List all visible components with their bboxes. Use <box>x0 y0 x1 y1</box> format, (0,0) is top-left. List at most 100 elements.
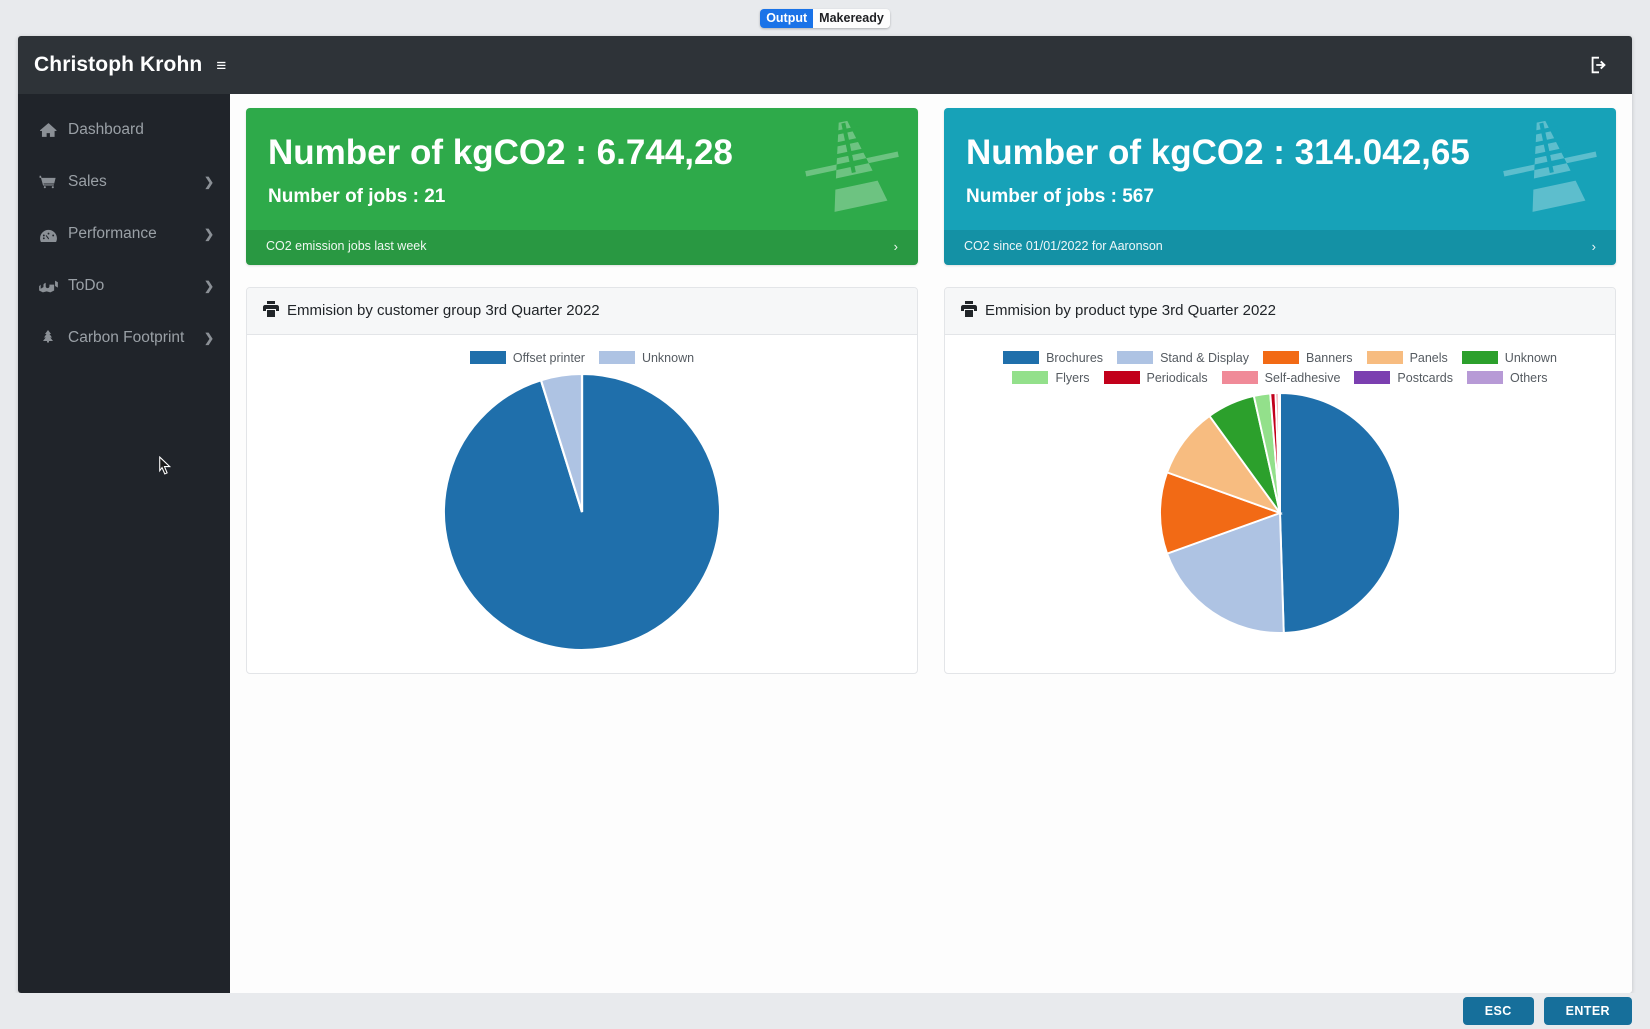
legend-label: Offset printer <box>512 350 585 365</box>
sidebar: Dashboard Sales ❯ Performance ❯ ToDo ❯ C… <box>18 94 230 993</box>
chevron-right-icon-performance: ❯ <box>203 227 214 241</box>
browser-tab-strip: Output Makeready <box>0 0 1650 36</box>
stat-card-subtitle: Number of jobs : 567 <box>966 185 1154 207</box>
legend-swatch <box>1461 351 1498 365</box>
legend-label: Stand & Display <box>1160 350 1249 365</box>
printer-icon <box>263 300 279 321</box>
legend-item[interactable]: Panels <box>1366 351 1448 365</box>
stat-card-last-week[interactable]: Number of kgCO2 : 6.744,28 Number of job… <box>246 108 918 265</box>
sidebar-item-performance[interactable]: Performance ❯ <box>18 208 230 260</box>
legend-swatch <box>1103 371 1140 385</box>
panel-title: Emmision by customer group 3rd Quarter 2… <box>287 302 600 320</box>
legend-label: Brochures <box>1046 350 1104 365</box>
sidebar-label-performance: Performance <box>68 225 157 242</box>
stat-card-body: Number of kgCO2 : 314.042,65 Number of j… <box>944 108 1616 230</box>
sidebar-item-dashboard[interactable]: Dashboard <box>18 104 230 156</box>
sidebar-label-sales: Sales <box>68 173 107 190</box>
legend-item[interactable]: Unknown <box>1461 351 1557 365</box>
legend-swatch <box>1467 371 1503 385</box>
home-icon <box>38 121 58 139</box>
stat-card-footer-label: CO2 emission jobs last week <box>266 239 427 254</box>
esc-button[interactable]: ESC <box>1462 997 1534 1025</box>
chevron-right-icon: › <box>893 238 898 254</box>
legend-label: Periodicals <box>1146 370 1208 385</box>
tab-makeready[interactable]: Makeready <box>813 8 890 28</box>
stat-card-body: Number of kgCO2 : 6.744,28 Number of job… <box>246 108 918 230</box>
legend-product-type: Brochures Stand & Display Banners Panels Unk… <box>955 345 1605 387</box>
tachometer-icon <box>38 225 58 243</box>
logout-icon[interactable] <box>1588 54 1610 76</box>
chevron-right-icon-carbon-footprint: ❯ <box>203 331 214 345</box>
legend-swatch <box>1366 351 1403 365</box>
sidebar-label-dashboard: Dashboard <box>68 121 144 138</box>
legend-item[interactable]: Others <box>1467 371 1548 385</box>
legend-item[interactable]: Postcards <box>1354 371 1453 385</box>
sidebar-item-carbon-footprint[interactable]: Carbon Footprint ❯ <box>18 312 230 364</box>
tab-group: Output Makeready <box>760 8 890 28</box>
legend-swatch <box>1012 371 1049 385</box>
stat-card-title: Number of kgCO2 : 6.744,28 <box>268 133 733 172</box>
legend-swatch <box>1003 351 1040 365</box>
stat-card-footer-link[interactable]: CO2 since 01/01/2022 for Aaronson › <box>944 229 1616 265</box>
legend-swatch <box>1263 351 1299 365</box>
legend-item[interactable]: Flyers <box>1012 370 1090 385</box>
pie-svg <box>1159 391 1401 634</box>
chevron-right-icon-todo: ❯ <box>203 279 214 293</box>
stat-card-title: Number of kgCO2 : 314.042,65 <box>966 133 1470 172</box>
chevron-right-icon-sales: ❯ <box>203 175 214 189</box>
sidebar-item-sales[interactable]: Sales ❯ <box>18 156 230 208</box>
legend-item[interactable]: Brochures <box>1003 351 1103 365</box>
stat-card-subtitle: Number of jobs : 21 <box>268 185 446 207</box>
legend-label: Banners <box>1306 350 1353 365</box>
cart-icon <box>38 173 58 191</box>
legend-label: Unknown <box>641 350 695 365</box>
legend-label: Postcards <box>1397 370 1453 385</box>
panel-title: Emmision by product type 3rd Quarter 202… <box>985 302 1276 320</box>
panel-header: Emmision by product type 3rd Quarter 202… <box>945 287 1615 335</box>
legend-label: Flyers <box>1055 370 1090 385</box>
pie-chart-customer-group <box>257 367 907 657</box>
stat-card-footer-label: CO2 since 01/01/2022 for Aaronson <box>964 239 1163 254</box>
panel-product-type: Emmision by product type 3rd Quarter 202… <box>944 286 1616 674</box>
legend-swatch <box>598 351 635 365</box>
chart-panels-row: Emmision by customer group 3rd Quarter 2… <box>246 286 1616 674</box>
pie-chart-product-type <box>955 387 1605 639</box>
hamburger-menu-icon[interactable]: ≡ <box>216 57 226 74</box>
app-root: Output Makeready Christoph Krohn ≡ Dashb… <box>0 0 1650 1029</box>
main-content: Number of kgCO2 : 6.744,28 Number of job… <box>230 94 1632 993</box>
enter-button[interactable]: ENTER <box>1543 997 1632 1025</box>
pie-slice[interactable] <box>1279 391 1401 634</box>
sidebar-label-todo: ToDo <box>68 277 105 294</box>
legend-swatch <box>1221 371 1258 385</box>
legend-swatch <box>1117 351 1154 365</box>
legend-item[interactable]: Stand & Display <box>1117 351 1249 365</box>
legend-item[interactable]: Self-adhesive <box>1221 370 1341 385</box>
top-navbar: Christoph Krohn ≡ <box>18 36 1632 94</box>
tree-icon <box>38 329 58 347</box>
panel-body: Offset printer Unknown <box>247 335 917 673</box>
legend-swatch <box>469 351 506 365</box>
panel-customer-group: Emmision by customer group 3rd Quarter 2… <box>246 286 918 674</box>
legend-item[interactable]: Banners <box>1263 351 1353 365</box>
sidebar-item-todo[interactable]: ToDo ❯ <box>18 260 230 312</box>
chevron-right-icon: › <box>1591 238 1596 254</box>
mouse-cursor <box>158 455 172 475</box>
sidebar-label-carbon-footprint: Carbon Footprint <box>68 329 185 346</box>
app-window: Christoph Krohn ≡ Dashboard Sales ❯ Perf… <box>18 36 1632 993</box>
tab-output[interactable]: Output <box>760 8 814 28</box>
legend-customer-group: Offset printer Unknown <box>257 345 907 367</box>
stat-card-footer-link[interactable]: CO2 emission jobs last week › <box>246 229 918 265</box>
legend-label: Self-adhesive <box>1264 370 1341 385</box>
stat-card-since-2022[interactable]: Number of kgCO2 : 314.042,65 Number of j… <box>944 108 1616 265</box>
legend-swatch <box>1354 371 1391 385</box>
stat-cards-row: Number of kgCO2 : 6.744,28 Number of job… <box>246 108 1616 265</box>
bottom-action-bar: ESC ENTER <box>0 993 1650 1029</box>
legend-item[interactable]: Offset printer <box>469 350 585 365</box>
legend-label: Others <box>1510 370 1548 385</box>
legend-item[interactable]: Periodicals <box>1103 370 1208 385</box>
pie-slice[interactable] <box>1278 391 1281 513</box>
pie-svg <box>442 372 722 651</box>
panel-header: Emmision by customer group 3rd Quarter 2… <box>247 287 917 335</box>
printer-icon <box>961 300 977 321</box>
legend-item[interactable]: Unknown <box>598 350 695 365</box>
